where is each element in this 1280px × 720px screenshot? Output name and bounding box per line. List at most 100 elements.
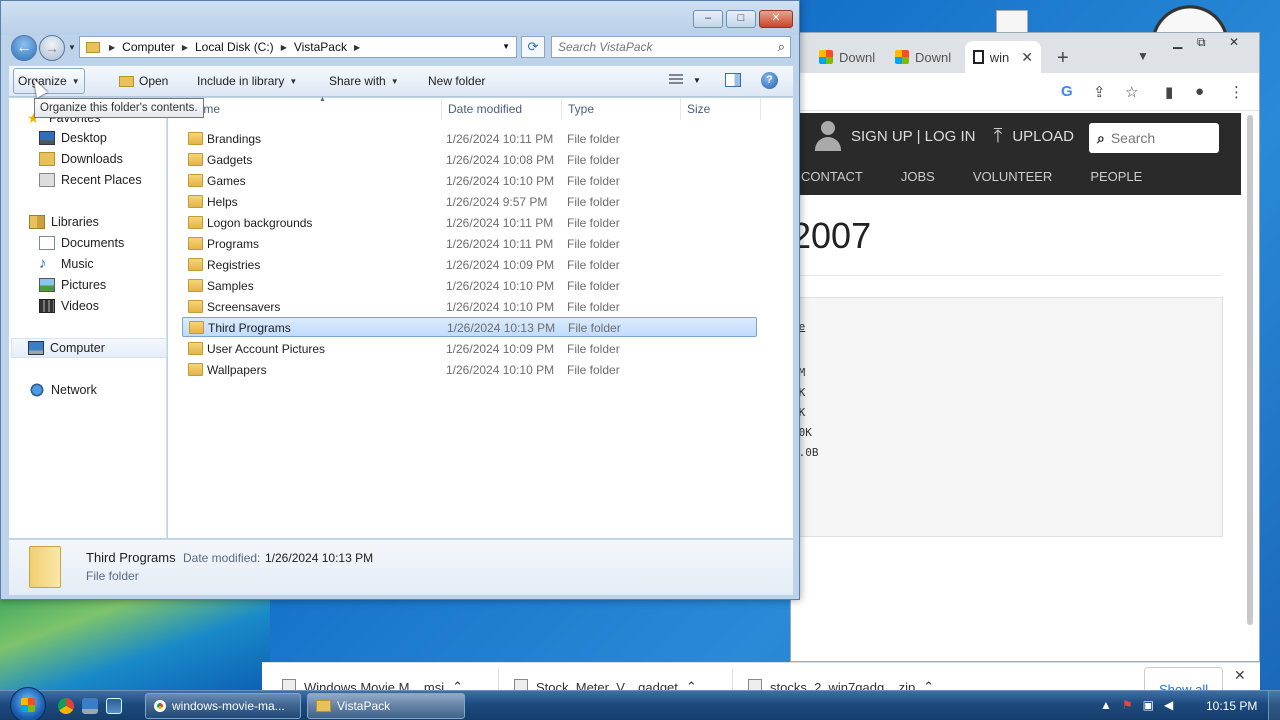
chevron-up-icon[interactable]: ⌃: [452, 679, 463, 690]
explorer-titlebar[interactable]: – □ ✕: [1, 1, 799, 35]
upload-link[interactable]: UPLOAD: [1012, 128, 1074, 145]
chrome-icon[interactable]: [58, 698, 74, 714]
forward-button[interactable]: →: [39, 35, 65, 61]
share-with-button[interactable]: Share with ▼: [325, 66, 403, 96]
sidebar-item-documents[interactable]: Documents: [39, 233, 124, 253]
star-icon[interactable]: ☆: [1125, 83, 1138, 101]
search-box[interactable]: ⌕: [551, 36, 791, 58]
chevron-up-icon[interactable]: ⌃: [686, 679, 697, 690]
sidebar-item-network[interactable]: Network: [29, 380, 97, 400]
open-button[interactable]: Open: [115, 66, 172, 96]
file-row[interactable]: Programs 1/26/2024 10:11 PM File folder: [182, 234, 757, 254]
sidebar-item-videos[interactable]: Videos: [39, 296, 99, 316]
search-input[interactable]: [552, 37, 768, 57]
google-icon[interactable]: G: [1061, 83, 1073, 100]
chevron-right-icon[interactable]: ▶: [278, 43, 290, 52]
help-icon[interactable]: ?: [761, 72, 778, 89]
refresh-button[interactable]: ⟳: [521, 36, 545, 58]
chrome-scrollbar[interactable]: [1247, 115, 1255, 655]
sidebar-item-libraries[interactable]: Libraries: [29, 212, 99, 232]
network-icon[interactable]: ▣: [1143, 698, 1154, 712]
column-header-name[interactable]: Name ▲: [182, 96, 442, 120]
file-row[interactable]: User Account Pictures 1/26/2024 10:09 PM…: [182, 339, 757, 359]
chrome-tab-active[interactable]: win ✕: [965, 41, 1041, 73]
file-row-selected[interactable]: Third Programs 1/26/2024 10:13 PM File f…: [182, 317, 757, 337]
nav-people[interactable]: PEOPLE: [1090, 169, 1142, 184]
change-view-button[interactable]: ▼: [669, 74, 701, 86]
nav-jobs[interactable]: JOBS: [901, 169, 935, 184]
address-bar[interactable]: ▶ Computer ▶ Local Disk (C:) ▶ VistaPack…: [79, 36, 517, 58]
menu-icon[interactable]: ⋮: [1229, 83, 1244, 101]
action-center-flag-icon[interactable]: ⚑: [1122, 698, 1133, 712]
minimize-button[interactable]: –: [693, 10, 723, 28]
new-folder-button[interactable]: New folder: [424, 66, 489, 96]
chevron-down-icon[interactable]: ▼: [1137, 49, 1149, 63]
chevron-up-icon[interactable]: ⌃: [923, 679, 934, 690]
sidepanel-icon[interactable]: ▮: [1165, 83, 1173, 101]
sidebar-item-music[interactable]: ♪ Music: [39, 254, 94, 274]
file-row[interactable]: Gadgets 1/26/2024 10:08 PM File folder: [182, 150, 757, 170]
minimize-icon[interactable]: ▁: [1173, 35, 1182, 49]
file-row[interactable]: Games 1/26/2024 10:10 PM File folder: [182, 171, 757, 191]
show-desktop-button[interactable]: [1268, 691, 1280, 720]
sidebar-item-recent-places[interactable]: Recent Places: [39, 170, 142, 190]
chevron-right-icon[interactable]: ▶: [106, 43, 118, 52]
recent-pages-dropdown[interactable]: ▼: [68, 43, 76, 52]
taskbar-button-explorer[interactable]: VistaPack: [307, 693, 465, 719]
show-all-button[interactable]: Show all: [1144, 667, 1224, 690]
chrome-tab[interactable]: Downl: [887, 41, 959, 73]
download-item[interactable]: stocks_2_win7gadg....zip ⌃: [748, 667, 934, 690]
file-row[interactable]: Registries 1/26/2024 10:09 PM File folde…: [182, 255, 757, 275]
close-tab-icon[interactable]: ✕: [1021, 49, 1033, 66]
start-button[interactable]: [10, 687, 46, 720]
sidebar-item-computer[interactable]: Computer: [11, 338, 167, 358]
sidebar-item-downloads[interactable]: Downloads: [39, 149, 123, 169]
site-search-box[interactable]: ⌕ Search: [1089, 123, 1219, 153]
nav-volunteer[interactable]: VOLUNTEER: [973, 169, 1052, 184]
breadcrumb-computer[interactable]: Computer: [118, 40, 179, 54]
download-item[interactable]: Stock_Meter_V....gadget ⌃: [514, 667, 697, 690]
file-name: Brandings: [207, 132, 262, 146]
preview-pane-icon[interactable]: [725, 73, 741, 87]
nav-contact[interactable]: CONTACT: [801, 169, 863, 184]
profile-icon[interactable]: ●: [1195, 83, 1204, 100]
file-row[interactable]: Screensavers 1/26/2024 10:10 PM File fol…: [182, 297, 757, 317]
file-row[interactable]: Logon backgrounds 1/26/2024 10:11 PM Fil…: [182, 213, 757, 233]
taskbar-button-chrome[interactable]: windows-movie-ma...: [145, 693, 301, 719]
search-icon[interactable]: ⌕: [778, 39, 785, 55]
file-row[interactable]: Samples 1/26/2024 10:10 PM File folder: [182, 276, 757, 296]
sidebar-item-desktop[interactable]: Desktop: [39, 128, 107, 148]
close-icon[interactable]: ✕: [1229, 35, 1239, 49]
file-row[interactable]: Wallpapers 1/26/2024 10:10 PM File folde…: [182, 360, 757, 380]
download-item[interactable]: Windows Movie M....msi ⌃: [282, 667, 463, 690]
chevron-down-icon[interactable]: ▼: [502, 42, 510, 51]
column-header-size[interactable]: Size: [681, 98, 761, 120]
restore-icon[interactable]: ⧉: [1197, 35, 1206, 50]
breadcrumb-local-disk[interactable]: Local Disk (C:): [191, 40, 278, 54]
volume-icon[interactable]: ◀: [1164, 698, 1173, 712]
share-icon[interactable]: ⇪: [1093, 83, 1106, 101]
column-header-date-modified[interactable]: Date modified: [442, 98, 562, 120]
file-row[interactable]: Brandings 1/26/2024 10:11 PM File folder: [182, 129, 757, 149]
close-icon[interactable]: ✕: [1234, 667, 1246, 684]
chevron-right-icon[interactable]: ▶: [179, 43, 191, 52]
column-header-type[interactable]: Type: [562, 98, 681, 120]
chrome-tab[interactable]: Downl: [811, 41, 883, 73]
new-tab-icon[interactable]: +: [1057, 47, 1069, 70]
back-button[interactable]: ←: [11, 35, 37, 61]
switch-windows-icon[interactable]: [106, 698, 122, 714]
clock[interactable]: 10:15 PM: [1206, 699, 1257, 713]
upload-icon[interactable]: ⤒: [993, 125, 1002, 148]
maximize-button[interactable]: □: [726, 10, 756, 28]
include-in-library-button[interactable]: Include in library ▼: [193, 66, 301, 96]
signup-login-link[interactable]: SIGN UP | LOG IN: [851, 128, 975, 145]
chevron-right-icon[interactable]: ▶: [351, 43, 363, 52]
close-button[interactable]: ✕: [759, 10, 793, 28]
chevron-up-icon[interactable]: ▲: [1100, 698, 1112, 712]
organize-button[interactable]: Organize ▼: [13, 68, 85, 94]
file-row[interactable]: Helps 1/26/2024 9:57 PM File folder: [182, 192, 757, 212]
breadcrumb-vistapack[interactable]: VistaPack: [290, 40, 351, 54]
scrollbar-thumb[interactable]: [1247, 115, 1253, 625]
show-desktop-icon[interactable]: [82, 698, 98, 714]
sidebar-item-pictures[interactable]: Pictures: [39, 275, 106, 295]
